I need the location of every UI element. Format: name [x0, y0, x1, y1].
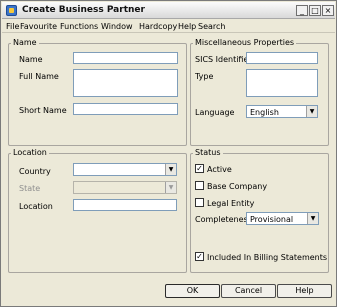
menu-file[interactable]: File — [6, 22, 19, 31]
legal-entity-label: Legal Entity — [207, 199, 255, 208]
maximize-button[interactable]: □ — [309, 5, 321, 16]
chevron-down-icon[interactable]: ▼ — [165, 182, 176, 193]
name-field[interactable] — [73, 52, 178, 64]
menu-bar: File Favourite Functions Window Hardcopy… — [2, 20, 335, 33]
location-group-title: Location — [11, 148, 49, 158]
completeness-select[interactable]: Provisional ▼ — [246, 212, 319, 225]
state-label: State — [19, 184, 41, 193]
short-name-label: Short Name — [19, 106, 67, 115]
misc-properties-title: Miscellaneous Properties — [193, 38, 297, 48]
full-name-label: Full Name — [19, 72, 59, 81]
base-company-checkbox[interactable] — [195, 181, 204, 190]
type-label: Type — [195, 72, 214, 81]
title-bar[interactable]: Create Business Partner _ □ × — [2, 2, 335, 19]
sics-identifier-label: SICS Identifier — [195, 55, 252, 64]
sics-identifier-field[interactable] — [246, 52, 318, 64]
active-label: Active — [207, 165, 232, 174]
minimize-button[interactable]: _ — [296, 5, 308, 16]
language-label: Language — [195, 108, 235, 117]
language-select[interactable]: English ▼ — [246, 105, 318, 118]
name-group-title: Name — [11, 38, 39, 48]
legal-entity-checkbox[interactable] — [195, 198, 204, 207]
menu-help[interactable]: Help — [178, 22, 196, 31]
country-label: Country — [19, 167, 51, 176]
short-name-field[interactable] — [73, 103, 178, 115]
base-company-label: Base Company — [207, 182, 268, 191]
status-group-title: Status — [193, 148, 223, 158]
billing-statements-checkbox[interactable]: ✓ — [195, 252, 204, 261]
chevron-down-icon[interactable]: ▼ — [307, 213, 318, 224]
menu-functions[interactable]: Functions — [60, 22, 98, 31]
close-button[interactable]: × — [322, 5, 334, 16]
completeness-select-value: Provisional — [250, 215, 294, 224]
help-button[interactable]: Help — [277, 284, 332, 298]
country-select[interactable]: ▼ — [73, 163, 177, 176]
menu-favourite[interactable]: Favourite — [20, 22, 57, 31]
menu-window[interactable]: Window — [101, 22, 133, 31]
create-business-partner-window: Create Business Partner _ □ × File Favou… — [0, 0, 337, 307]
type-field[interactable] — [246, 69, 318, 97]
full-name-field[interactable] — [73, 69, 178, 97]
state-select[interactable]: ▼ — [73, 181, 177, 194]
window-title: Create Business Partner — [22, 5, 145, 15]
completeness-label: Completeness — [195, 215, 252, 224]
chevron-down-icon[interactable]: ▼ — [165, 164, 176, 175]
cancel-button[interactable]: Cancel — [221, 284, 276, 298]
app-icon — [6, 5, 17, 16]
name-label: Name — [19, 55, 43, 64]
menu-search[interactable]: Search — [198, 22, 225, 31]
chevron-down-icon[interactable]: ▼ — [306, 106, 317, 117]
menu-hardcopy[interactable]: Hardcopy — [139, 22, 177, 31]
language-select-value: English — [250, 108, 279, 117]
location-field[interactable] — [73, 199, 177, 211]
ok-button[interactable]: OK — [165, 284, 220, 298]
location-label: Location — [19, 202, 53, 211]
active-checkbox[interactable]: ✓ — [195, 164, 204, 173]
billing-statements-label: Included In Billing Statements — [207, 253, 328, 262]
